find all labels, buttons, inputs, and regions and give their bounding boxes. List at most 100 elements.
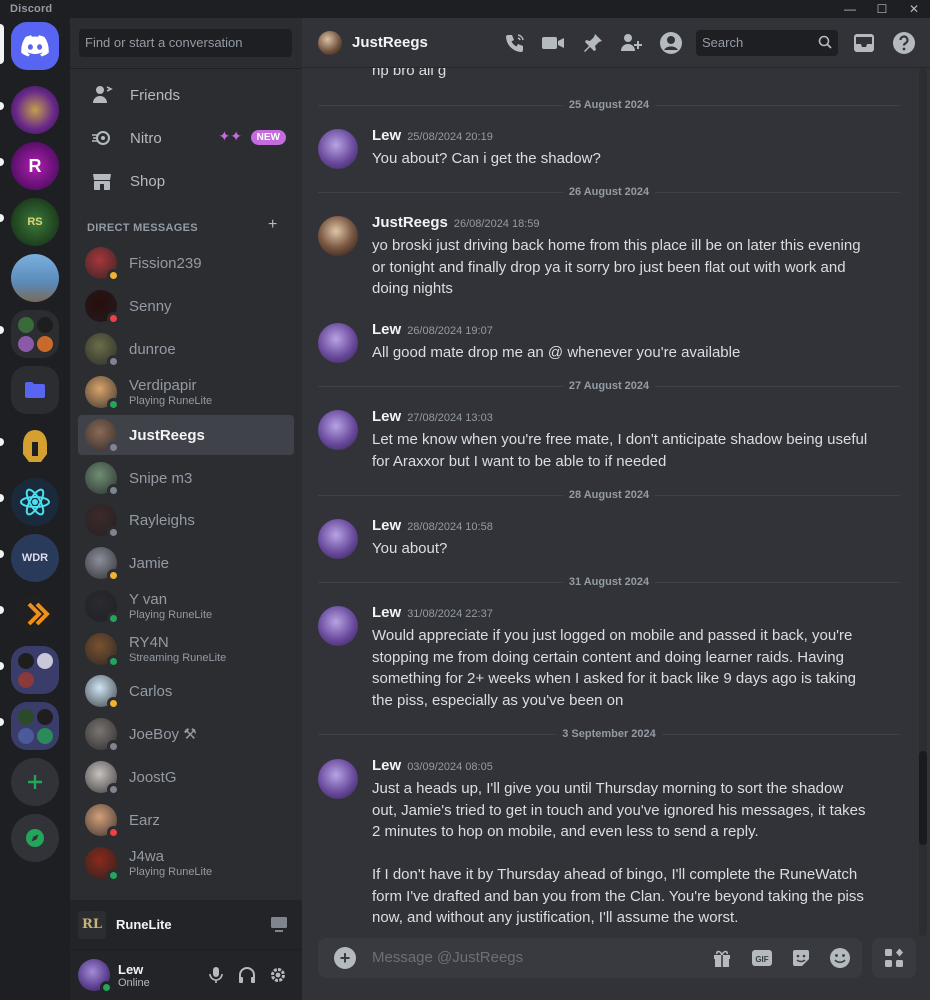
status-indicator <box>107 697 120 710</box>
server-icon-4[interactable] <box>11 254 59 302</box>
screen-share-icon[interactable] <box>270 916 288 937</box>
message-author[interactable]: Lew <box>372 517 401 534</box>
dm-avatar <box>85 419 120 454</box>
create-dm-button[interactable]: + <box>268 216 277 234</box>
minimize-button[interactable]: — <box>834 0 866 18</box>
dm-activity: Playing RuneLite <box>129 609 213 621</box>
status-indicator <box>107 484 120 497</box>
dm-avatar <box>85 718 120 753</box>
sticker-icon[interactable] <box>789 946 813 970</box>
date-separator: 28 August 2024 <box>318 488 901 502</box>
message-avatar[interactable] <box>318 323 358 363</box>
dm-item[interactable]: Rayleighs <box>78 500 294 540</box>
add-server-button[interactable] <box>11 758 59 806</box>
pinned-messages-icon[interactable] <box>581 31 605 55</box>
close-button[interactable]: ✕ <box>898 0 930 18</box>
upload-plus-icon[interactable]: + <box>334 947 356 969</box>
settings-gear-icon[interactable] <box>268 965 288 985</box>
app-launcher-button[interactable] <box>872 938 916 978</box>
message-avatar[interactable] <box>318 216 358 256</box>
nav-label-nitro: Nitro <box>130 129 162 147</box>
dm-item[interactable]: dunroe <box>78 329 294 369</box>
dm-avatar <box>85 847 120 882</box>
dm-item[interactable]: Jamie <box>78 543 294 583</box>
server-folder-1[interactable] <box>11 310 59 358</box>
server-icon-3[interactable]: RS <box>11 198 59 246</box>
message-avatar[interactable] <box>318 129 358 169</box>
nav-nitro[interactable]: Nitro ✦✦ NEW <box>78 118 294 158</box>
dm-item[interactable]: Verdipapir Playing RuneLite <box>78 372 294 412</box>
message-body: Let me know when you're free mate, I don… <box>372 429 872 472</box>
nav-shop[interactable]: Shop <box>78 161 294 201</box>
message-timestamp: 31/08/2024 22:37 <box>407 608 493 620</box>
nav-friends[interactable]: Friends <box>78 75 294 115</box>
dm-item[interactable]: Earz <box>78 800 294 840</box>
message-author[interactable]: Lew <box>372 321 401 338</box>
dm-item[interactable]: Carlos <box>78 671 294 711</box>
dm-item[interactable]: JoeBoy ⚒ <box>78 714 294 754</box>
server-icon-1[interactable] <box>11 86 59 134</box>
user-name: Lew <box>118 961 144 977</box>
server-folder-4[interactable] <box>11 702 59 750</box>
recipient-avatar[interactable] <box>318 30 342 55</box>
message-body: Would appreciate if you just logged on m… <box>372 625 872 711</box>
dm-item[interactable]: J4wa Playing RuneLite <box>78 843 294 883</box>
message-composer[interactable]: + Message @JustReegs GIF <box>318 938 862 978</box>
dm-item[interactable]: RY4N Streaming RuneLite <box>78 629 294 669</box>
message-line: or tonight and finally drop ya it sorry … <box>372 258 846 276</box>
date-separator: 26 August 2024 <box>318 185 901 199</box>
server-folder-3[interactable] <box>11 646 59 694</box>
headphones-icon[interactable] <box>237 965 257 985</box>
message-input[interactable]: Message @JustReegs <box>372 949 523 966</box>
gif-icon[interactable]: GIF <box>750 946 774 970</box>
message-avatar[interactable] <box>318 759 358 799</box>
server-icon-8[interactable] <box>11 590 59 638</box>
compass-icon <box>26 829 44 847</box>
server-icon-5[interactable] <box>11 422 59 470</box>
server-icon-2[interactable]: R <box>11 142 59 190</box>
inbox-icon[interactable] <box>852 31 876 55</box>
add-friends-to-dm-icon[interactable] <box>619 31 643 55</box>
recipient-name[interactable]: JustReegs <box>352 34 428 51</box>
emoji-icon[interactable] <box>828 946 852 970</box>
message-avatar[interactable] <box>318 410 358 450</box>
header-search-input[interactable]: Search <box>696 30 838 56</box>
dm-item[interactable]: Fission239 <box>78 243 294 283</box>
server-folder-2[interactable] <box>11 366 59 414</box>
dm-item[interactable]: JoostG <box>78 757 294 797</box>
message-body: You about? <box>372 538 872 560</box>
gift-icon[interactable] <box>710 946 734 970</box>
message-author[interactable]: Lew <box>372 408 401 425</box>
dm-avatar <box>85 247 120 282</box>
dm-item[interactable]: Y van Playing RuneLite <box>78 586 294 626</box>
dm-item[interactable]: Senny <box>78 286 294 326</box>
find-conversation-input[interactable]: Find or start a conversation <box>79 29 292 57</box>
voice-call-icon[interactable] <box>503 31 527 55</box>
status-indicator <box>107 869 120 882</box>
dm-avatar <box>85 462 120 497</box>
message-line: form I've drafted and ban you from the C… <box>372 887 864 905</box>
apps-icon <box>885 948 903 967</box>
message-author[interactable]: JustReegs <box>372 214 448 231</box>
dm-item[interactable]: Snipe m3 <box>78 458 294 498</box>
discover-button[interactable] <box>11 814 59 862</box>
user-profile-icon[interactable] <box>659 31 683 55</box>
date-label: 3 September 2024 <box>562 728 656 740</box>
server-icon-6[interactable] <box>11 478 59 526</box>
home-button[interactable] <box>11 22 59 70</box>
server-icon-7[interactable]: WDR <box>11 534 59 582</box>
video-call-icon[interactable] <box>541 31 565 55</box>
mic-icon[interactable] <box>206 965 226 985</box>
message-author[interactable]: Lew <box>372 757 401 774</box>
message-avatar[interactable] <box>318 519 358 559</box>
user-status: Online <box>118 976 150 989</box>
message-author[interactable]: Lew <box>372 604 401 621</box>
atom-icon <box>20 488 50 516</box>
dm-item[interactable]: JustReegs <box>78 415 294 455</box>
help-icon[interactable] <box>892 31 916 55</box>
user-avatar[interactable] <box>78 959 113 994</box>
message-author[interactable]: Lew <box>372 127 401 144</box>
search-icon <box>818 35 832 52</box>
maximize-button[interactable]: ☐ <box>866 0 898 18</box>
message-avatar[interactable] <box>318 606 358 646</box>
